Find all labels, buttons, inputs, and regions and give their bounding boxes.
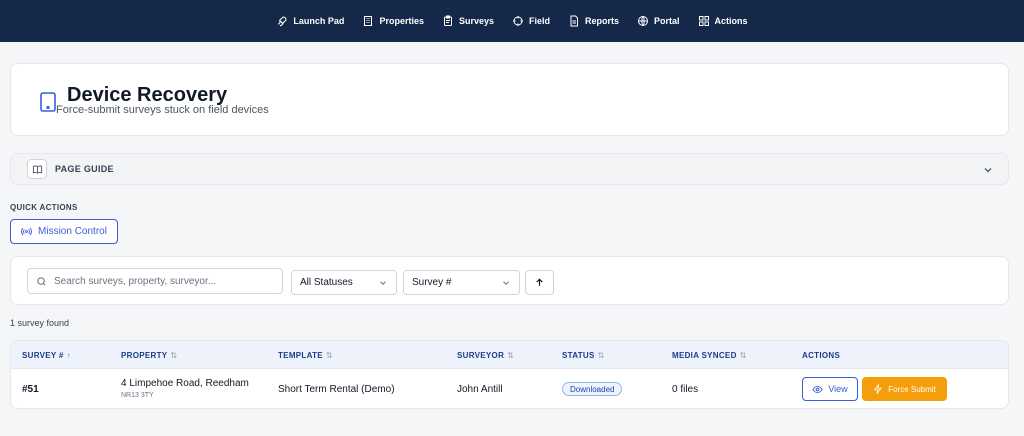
surveys-table: SURVEY # ↑ PROPERTY ⇅ TEMPLATE ⇅ SURVEYOR ⇅ …	[10, 340, 1009, 409]
nav-label: Reports	[585, 16, 620, 26]
column-label: ACTIONS	[802, 351, 841, 360]
filter-bar: All Statuses Survey #	[10, 256, 1009, 305]
view-button-label: View	[828, 384, 848, 394]
column-label: SURVEY #	[22, 351, 64, 360]
sort-field-value: Survey #	[412, 277, 452, 288]
template-name: Short Term Rental (Demo)	[278, 384, 395, 395]
property-postcode: NR13 3TY	[121, 392, 154, 399]
lightning-icon	[874, 384, 882, 394]
column-header-property[interactable]: PROPERTY ⇅	[121, 351, 177, 360]
nav-field[interactable]: Field	[512, 15, 550, 27]
force-submit-button[interactable]: Force Submit	[862, 377, 947, 401]
status-filter-select[interactable]: All Statuses	[291, 270, 397, 295]
page-header-card: Device Recovery	[10, 63, 1009, 136]
surveyor-name: John Antill	[457, 384, 503, 395]
mission-control-label: Mission Control	[38, 226, 107, 237]
sort-icon: ⇅	[739, 351, 747, 360]
table-header-row: SURVEY # ↑ PROPERTY ⇅ TEMPLATE ⇅ SURVEYOR ⇅ …	[11, 341, 1008, 369]
page-guide-bar[interactable]: PAGE GUIDE	[10, 153, 1009, 185]
results-count: 1 survey found	[10, 318, 70, 328]
media-synced-count: 0 files	[672, 384, 699, 395]
building-icon	[364, 16, 373, 26]
quick-actions-label: QUICK ACTIONS	[10, 203, 78, 212]
rocket-icon	[278, 16, 287, 27]
sort-asc-icon: ↑	[66, 351, 71, 360]
column-header-survey[interactable]: SURVEY # ↑	[22, 351, 71, 360]
nav-portal[interactable]: Portal	[637, 15, 680, 27]
chevron-down-icon[interactable]	[982, 164, 994, 176]
chevron-down-icon	[503, 280, 509, 285]
column-header-actions: ACTIONS	[802, 351, 840, 360]
nav-label: Actions	[714, 16, 748, 26]
column-label: PROPERTY	[121, 351, 168, 360]
sort-icon: ⇅	[170, 351, 178, 360]
document-icon	[570, 15, 579, 27]
view-button[interactable]: View	[802, 377, 858, 401]
column-label: TEMPLATE	[278, 351, 323, 360]
top-navigation: Launch Pad Properties Surveys Field Repo…	[0, 0, 1024, 42]
search-field[interactable]	[27, 268, 283, 294]
clipboard-icon	[443, 15, 452, 26]
grid-icon	[698, 16, 709, 26]
arrow-up-icon	[536, 278, 543, 286]
book-icon	[27, 159, 47, 179]
nav-label: Portal	[654, 16, 680, 26]
column-header-media-synced[interactable]: MEDIA SYNCED ⇅	[672, 351, 747, 360]
search-input[interactable]	[54, 275, 274, 287]
nav-surveys[interactable]: Surveys	[442, 15, 494, 27]
page-subtitle: Force-submit surveys stuck on field devi…	[56, 104, 269, 116]
nav-label: Surveys	[458, 16, 494, 26]
mission-control-button[interactable]: Mission Control	[10, 219, 118, 244]
search-icon	[37, 276, 46, 286]
broadcast-icon	[21, 227, 32, 236]
column-header-surveyor[interactable]: SURVEYOR ⇅	[457, 351, 514, 360]
nav-actions[interactable]: Actions	[698, 15, 748, 27]
column-label: SURVEYOR	[457, 351, 505, 360]
survey-id: #51	[22, 384, 39, 395]
sort-icon: ⇅	[507, 351, 515, 360]
eye-icon	[812, 385, 823, 393]
property-address: 4 Limpehoe Road, Reedham	[121, 378, 249, 389]
column-header-status[interactable]: STATUS ⇅	[562, 351, 605, 360]
nav-label: Field	[529, 16, 551, 26]
sort-icon: ⇅	[325, 351, 333, 360]
globe-icon	[638, 16, 649, 26]
column-label: STATUS	[562, 351, 595, 360]
force-submit-label: Force Submit	[888, 384, 936, 394]
status-filter-value: All Statuses	[300, 277, 353, 288]
sort-direction-button[interactable]	[525, 270, 554, 295]
nav-reports[interactable]: Reports	[568, 15, 619, 27]
nav-label: Properties	[379, 16, 424, 26]
page-guide-label: PAGE GUIDE	[55, 164, 114, 174]
status-badge: Downloaded	[562, 382, 623, 396]
sort-field-select[interactable]: Survey #	[403, 270, 520, 295]
column-label: MEDIA SYNCED	[672, 351, 737, 360]
sort-icon: ⇅	[597, 351, 605, 360]
nav-launch-pad[interactable]: Launch Pad	[276, 15, 344, 27]
tablet-icon	[40, 92, 56, 112]
crosshair-icon	[513, 16, 523, 26]
nav-properties[interactable]: Properties	[362, 15, 424, 27]
column-header-template[interactable]: TEMPLATE ⇅	[278, 351, 333, 360]
chevron-down-icon	[380, 280, 386, 285]
nav-label: Launch Pad	[293, 16, 345, 26]
